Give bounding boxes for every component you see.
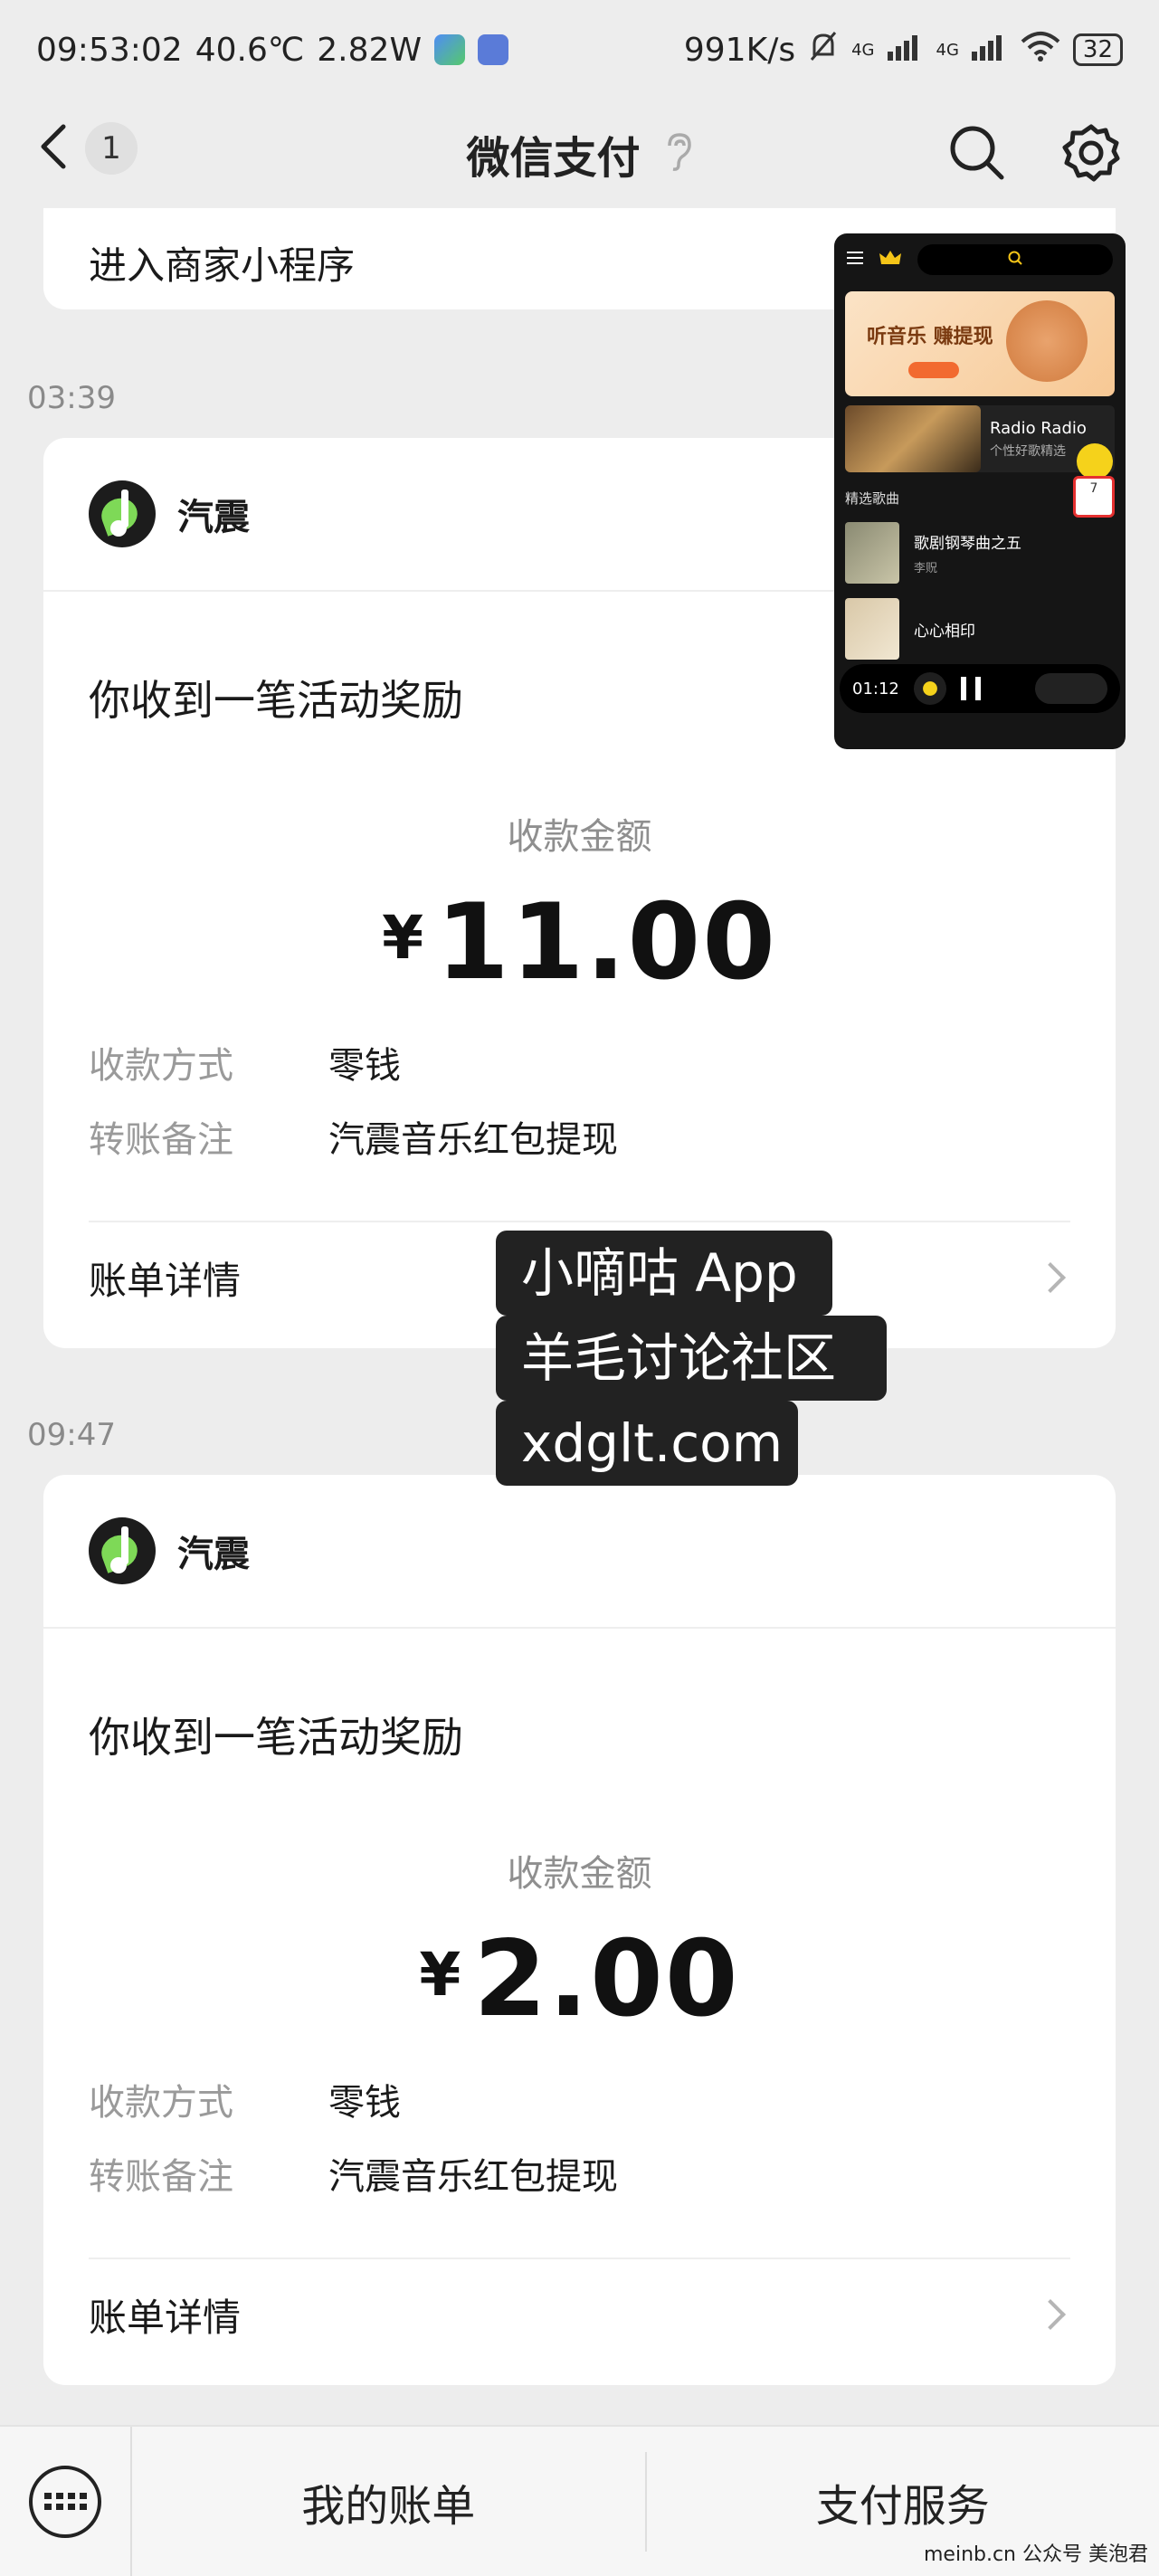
- promo-banner-graphic: [1006, 300, 1088, 382]
- keyboard-toggle-button[interactable]: [0, 2427, 132, 2576]
- merchant-logo-icon: [89, 1517, 156, 1584]
- message-headline: 你收到一笔活动奖励: [89, 1713, 463, 1762]
- currency-symbol: ¥: [382, 903, 423, 973]
- menu-icon[interactable]: [847, 251, 863, 269]
- promo-banner-button: [908, 362, 959, 378]
- pause-icon[interactable]: [960, 677, 981, 700]
- search-icon: [1007, 250, 1023, 270]
- back-arrow-icon: [36, 119, 72, 177]
- transfer-note-row: 转账备注 汽震音乐红包提现: [43, 1110, 1116, 1163]
- payment-method-label: 收款方式: [89, 1045, 233, 1087]
- bill-detail-link[interactable]: 账单详情: [43, 2259, 1116, 2370]
- bill-detail-label: 账单详情: [89, 2295, 242, 2340]
- mute-bell-icon: [808, 30, 839, 71]
- watermark-line: xdglt.com: [496, 1401, 798, 1486]
- chevron-right-icon: [1035, 1262, 1066, 1293]
- wifi-icon: [1021, 31, 1060, 70]
- song-list-item[interactable]: 歌剧钢琴曲之五 李贶: [834, 515, 1126, 591]
- floating-music-window[interactable]: 听音乐 赚提现 Radio Radio 个性好歌精选 7 精选歌曲 歌剧钢琴曲之…: [834, 233, 1126, 749]
- transfer-note-value: 汽震音乐红包提现: [328, 1119, 618, 1161]
- payment-method-label: 收款方式: [89, 2082, 233, 2124]
- amount-display: ¥ 2.00: [43, 1918, 1116, 2040]
- amount-label: 收款金额: [507, 1853, 652, 1895]
- ear-listen-icon[interactable]: [664, 131, 693, 176]
- battery-indicator: 32: [1072, 33, 1123, 66]
- bill-detail-label: 账单详情: [89, 1258, 242, 1303]
- promo-banner[interactable]: 听音乐 赚提现: [845, 291, 1115, 396]
- elapsed-time: 01:12: [852, 679, 899, 699]
- signal-label-1: 4G: [851, 40, 875, 60]
- mini-header: [834, 233, 1126, 286]
- transfer-note-row: 转账备注 汽震音乐红包提现: [43, 2147, 1116, 2200]
- status-power: 2.82W: [317, 31, 423, 69]
- unread-count-badge: 1: [85, 122, 138, 175]
- transfer-note-value: 汽震音乐红包提现: [328, 2156, 618, 2198]
- crown-icon[interactable]: [879, 250, 901, 270]
- reward-tag[interactable]: 7: [1073, 476, 1115, 518]
- song-cover-image: [845, 522, 899, 584]
- song-title: 歌剧钢琴曲之五: [914, 535, 1021, 553]
- radio-cover-image: [845, 405, 981, 472]
- song-cover-image: [845, 598, 899, 660]
- chevron-right-icon: [1035, 2299, 1066, 2330]
- merchant-name: 汽震: [177, 497, 250, 538]
- signal-bars-icon: [887, 32, 924, 69]
- song-artist: 李贶: [914, 562, 938, 575]
- amount-display: ¥ 11.00: [43, 881, 1116, 1003]
- nav-bar: 1 微信支付: [0, 100, 1159, 208]
- back-button[interactable]: 1: [36, 119, 138, 177]
- wrench-notification-icon: [478, 34, 509, 65]
- payment-method-value: 零钱: [328, 2082, 401, 2124]
- message-timestamp: 03:39: [27, 380, 116, 416]
- status-time: 09:53:02: [36, 31, 183, 69]
- mini-search-box[interactable]: [917, 244, 1113, 275]
- payment-method-value: 零钱: [328, 1045, 401, 1087]
- amount-value: 11.00: [436, 881, 777, 1003]
- radio-card[interactable]: Radio Radio 个性好歌精选: [845, 405, 1115, 472]
- transfer-note-label: 转账备注: [89, 2156, 233, 2198]
- watermark-line: 小嘀咕 App: [496, 1231, 832, 1316]
- signal-label-2: 4G: [936, 40, 959, 60]
- page-title: 微信支付: [466, 133, 641, 184]
- tab-my-bills[interactable]: 我的账单: [132, 2427, 645, 2576]
- settings-gear-icon[interactable]: [1059, 121, 1123, 188]
- keyboard-icon: [29, 2465, 101, 2538]
- payment-method-row: 收款方式 零钱: [43, 2073, 1116, 2125]
- merchant-logo-icon: [89, 480, 156, 547]
- signal-bars-icon: [971, 32, 1008, 69]
- search-icon[interactable]: [945, 121, 1009, 188]
- mini-program-entry-label: 进入商家小程序: [89, 243, 356, 288]
- merchant-name: 汽震: [177, 1534, 250, 1575]
- payment-method-row: 收款方式 零钱: [43, 1036, 1116, 1088]
- transfer-note-label: 转账备注: [89, 1119, 233, 1161]
- watermark-line: 羊毛讨论社区: [496, 1316, 887, 1401]
- radio-play-icon[interactable]: [1077, 443, 1113, 480]
- payment-message-card: 汽震 你收到一笔活动奖励 收款金额 ¥ 2.00 收款方式 零钱 转账备注 汽震…: [43, 1475, 1116, 2385]
- network-speed: 991K/s: [683, 31, 796, 69]
- disc-icon: [913, 672, 946, 705]
- app-notification-icon: [434, 34, 466, 65]
- mini-player-bar[interactable]: 01:12: [840, 664, 1120, 713]
- credit-watermark: meinb.cn 公众号 美泡君: [923, 2543, 1148, 2566]
- promo-banner-title: 听音乐 赚提现: [867, 326, 993, 348]
- amount-label: 收款金额: [507, 816, 652, 858]
- watermark-overlay: 小嘀咕 App 羊毛讨论社区 xdglt.com: [496, 1231, 887, 1504]
- song-list-item[interactable]: 心心相印: [834, 591, 1126, 667]
- currency-symbol: ¥: [419, 1940, 461, 2010]
- status-temperature: 40.6℃: [195, 31, 305, 69]
- amount-value: 2.00: [473, 1918, 740, 2040]
- radio-subtitle: 个性好歌精选: [990, 443, 1066, 459]
- song-title: 心心相印: [914, 622, 975, 641]
- status-bar: 09:53:02 40.6℃ 2.82W 991K/s 4G 4G 32: [0, 0, 1159, 100]
- playlist-loop-controls[interactable]: [1035, 673, 1107, 704]
- radio-title: Radio Radio: [990, 418, 1087, 438]
- message-timestamp: 09:47: [27, 1417, 116, 1453]
